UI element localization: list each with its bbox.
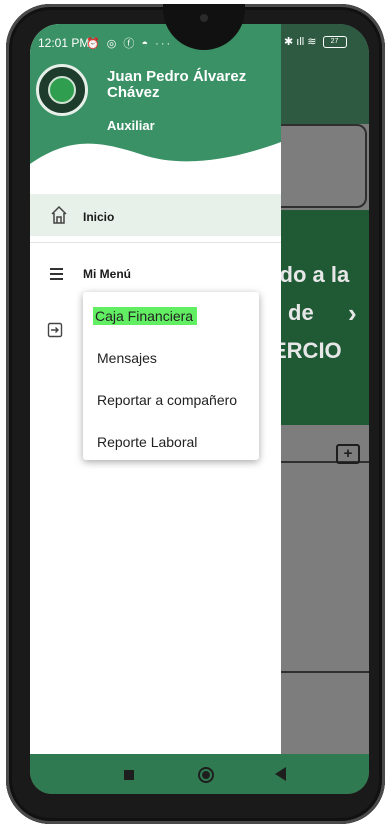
header-wave-shape: [30, 142, 281, 174]
sidebar-item-mi-menu[interactable]: Mi Menú: [83, 267, 131, 281]
mi-menu-popup: Caja Financiera Mensajes Reportar a comp…: [83, 292, 259, 460]
section-divider-bottom: [280, 671, 369, 673]
front-camera: [200, 14, 208, 22]
user-role: Auxiliar: [107, 118, 155, 133]
battery-icon: 27: [322, 36, 347, 49]
globe-logo-icon: [48, 76, 76, 104]
app-card: [270, 124, 367, 208]
recent-apps-icon[interactable]: [124, 770, 134, 780]
status-time: 12:01 PM: [38, 36, 90, 50]
menu-item-reportar-companero[interactable]: Reportar a compañero: [97, 392, 237, 408]
menu-icon[interactable]: [50, 268, 63, 283]
signal-icon: ✱ ıll ≋: [284, 36, 317, 48]
avatar[interactable]: [36, 64, 88, 116]
banner-text-line3: ERCIO: [272, 338, 342, 363]
menu-item-caja-financiera[interactable]: Caja Financiera: [93, 307, 198, 325]
menu-item-caja-financiera-label: Caja Financiera: [93, 307, 198, 325]
add-message-icon[interactable]: +: [336, 444, 360, 464]
home-button-dot: [202, 771, 210, 779]
notification-icons: ⏰ ◎ ⓕ ◓ ···: [86, 38, 173, 50]
sidebar-item-inicio-label: Inicio: [83, 210, 115, 224]
banner-text-line2: de: [288, 300, 314, 325]
banner-next-arrow-icon[interactable]: ›: [348, 298, 357, 329]
screen: nido a la de ERCIO › + Juan Pedro Álvare…: [30, 24, 369, 794]
back-icon[interactable]: [275, 767, 286, 781]
drawer-divider: [30, 242, 281, 243]
menu-item-reporte-laboral[interactable]: Reporte Laboral: [97, 434, 197, 450]
menu-item-mensajes[interactable]: Mensajes: [97, 350, 157, 366]
signal-wifi-icons: ✱ ıll ≋ 27: [284, 35, 347, 49]
logout-icon[interactable]: [47, 322, 63, 338]
user-name: Juan Pedro Álvarez Chávez: [107, 68, 247, 101]
home-icon: [51, 205, 67, 224]
phone-frame: nido a la de ERCIO › + Juan Pedro Álvare…: [6, 4, 385, 824]
